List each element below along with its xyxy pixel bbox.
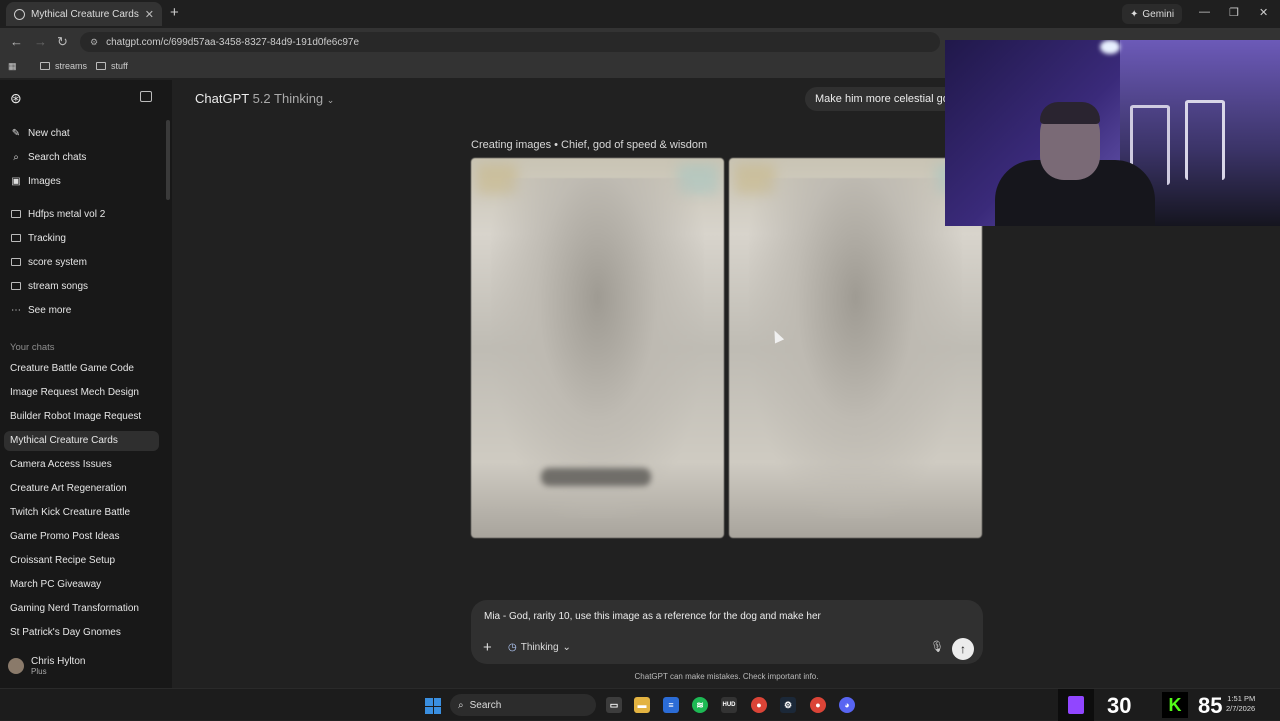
images-button[interactable]: ▣ Images [10, 175, 61, 187]
site-info-icon[interactable]: ⚙ [90, 37, 98, 48]
system-clock[interactable]: 1:51 PM 2/7/2026 [1226, 694, 1255, 714]
chat-item[interactable]: Image Request Mech Design [10, 387, 139, 398]
new-chat-button[interactable]: ✎ New chat [10, 127, 70, 139]
prompt-input[interactable]: Mia - God, rarity 10, use this image as … [484, 611, 821, 622]
browser-tab-bar: Mythical Creature Cards ✕ + ✦ Gemini — ❐… [0, 0, 1280, 28]
chat-item[interactable]: Creature Art Regeneration [10, 483, 127, 494]
chat-item[interactable]: Croissant Recipe Setup [10, 555, 115, 566]
tab-title: Mythical Creature Cards [31, 8, 139, 20]
add-attachment-icon[interactable]: + [483, 639, 492, 656]
folder-icon [10, 232, 22, 244]
new-tab-button[interactable]: + [170, 4, 179, 21]
project-hdfps-metal[interactable]: Hdfps metal vol 2 [10, 208, 105, 220]
gemini-icon: ✦ [1130, 8, 1139, 20]
hud-fx-icon[interactable]: HUD [721, 697, 737, 713]
twitch-viewer-count: 30 [1107, 693, 1132, 718]
user-name: Chris Hylton [31, 656, 86, 667]
chat-item[interactable]: March PC Giveaway [10, 579, 101, 590]
image-generation-status: Creating images • Chief, god of speed & … [471, 139, 708, 151]
user-message: Make him more celestial go [805, 87, 965, 111]
project-stream-songs[interactable]: stream songs [10, 280, 88, 292]
tab-close-icon[interactable]: ✕ [145, 8, 154, 21]
file-explorer-icon[interactable]: ▬ [634, 697, 650, 713]
chat-item[interactable]: Mythical Creature Cards [10, 435, 118, 446]
project-tracking[interactable]: Tracking [10, 232, 66, 244]
project-score-system[interactable]: score system [10, 256, 87, 268]
message-composer[interactable]: Mia - God, rarity 10, use this image as … [471, 600, 983, 664]
kick-icon: K [1162, 692, 1188, 718]
disclaimer-text: ChatGPT can make mistakes. Check importa… [634, 672, 819, 681]
images-icon: ▣ [11, 175, 21, 187]
close-window-icon[interactable]: ✕ [1259, 6, 1268, 19]
folder-icon [10, 280, 22, 292]
reload-icon[interactable]: ↻ [57, 34, 68, 50]
chatgpt-favicon-icon [14, 8, 25, 20]
folder-icon [40, 62, 50, 70]
more-icon: ⋯ [11, 304, 21, 316]
thinking-label: Thinking [520, 642, 559, 653]
openai-logo-icon[interactable]: ⊛ [10, 90, 22, 107]
clock-icon: ◷ [508, 642, 517, 653]
new-chat-icon: ✎ [11, 127, 21, 139]
chat-item[interactable]: St Patrick's Day Gnomes [10, 627, 121, 638]
windows-start-icon[interactable] [425, 698, 441, 714]
model-selector[interactable]: ChatGPT 5.2 Thinking ⌄ [195, 91, 334, 106]
chat-item[interactable]: Camera Access Issues [10, 459, 112, 470]
generated-image-card-1[interactable] [471, 158, 724, 538]
spotify-icon[interactable]: ≋ [692, 697, 708, 713]
model-version: 5.2 Thinking [252, 91, 324, 106]
kick-viewer-count: 85 [1198, 693, 1223, 718]
gemini-label: Gemini [1142, 8, 1175, 20]
folder-icon [96, 62, 106, 70]
folder-icon [10, 208, 22, 220]
gemini-button[interactable]: ✦ Gemini [1122, 4, 1183, 24]
apps-grid-icon[interactable]: ▦ [8, 61, 17, 72]
steam-icon[interactable]: ⚙ [780, 697, 796, 713]
bookmark-stuff[interactable]: stuff [96, 61, 128, 71]
your-chats-heading: Your chats [10, 342, 55, 353]
model-name: ChatGPT [195, 91, 249, 106]
search-icon: ⌕ [458, 699, 464, 711]
minimize-icon[interactable]: — [1199, 6, 1210, 18]
sidebar: ⊛ ✎ New chat ⌕ Search chats ▣ Images Hdf… [0, 80, 172, 688]
notepad-icon[interactable]: ≡ [663, 697, 679, 713]
chrome-active-icon[interactable]: ● [810, 697, 826, 713]
bookmark-streams[interactable]: streams [40, 61, 87, 71]
twitch-icon [1058, 689, 1094, 721]
task-view-icon[interactable]: ▭ [606, 697, 622, 713]
taskbar-search[interactable]: ⌕ Search [450, 694, 596, 716]
chevron-down-icon: ⌄ [562, 642, 571, 653]
sidebar-scrollbar[interactable] [166, 120, 170, 200]
microphone-icon[interactable]: 🎙 [930, 640, 944, 653]
thinking-mode-button[interactable]: ◷ Thinking ⌄ [508, 642, 571, 653]
search-icon: ⌕ [13, 151, 19, 163]
chat-item[interactable]: Gaming Nerd Transformation [10, 603, 139, 614]
chat-item[interactable]: Twitch Kick Creature Battle [10, 507, 130, 518]
chat-item[interactable]: Creature Battle Game Code [10, 363, 134, 374]
discord-icon[interactable]: ◕ [839, 697, 855, 713]
back-icon[interactable]: ← [10, 34, 23, 49]
webcam-overlay [945, 40, 1280, 226]
browser-tab[interactable]: Mythical Creature Cards ✕ [6, 2, 162, 26]
forward-icon[interactable]: → [34, 34, 47, 49]
send-button[interactable]: ↑ [952, 638, 974, 660]
url-text: chatgpt.com/c/699d57aa-3458-8327-84d9-19… [106, 36, 360, 48]
see-more-button[interactable]: ⋯ See more [10, 304, 71, 316]
address-bar[interactable]: ⚙ chatgpt.com/c/699d57aa-3458-8327-84d9-… [80, 32, 940, 52]
search-chats-button[interactable]: ⌕ Search chats [10, 151, 86, 163]
chrome-icon[interactable]: ● [751, 697, 767, 713]
chevron-down-icon: ⌄ [326, 95, 335, 105]
chat-item[interactable]: Builder Robot Image Request [10, 411, 141, 422]
chat-item[interactable]: Game Promo Post Ideas [10, 531, 120, 542]
sidebar-toggle-icon[interactable] [140, 91, 152, 102]
taskbar: ⌕ Search ▭ ▬ ≡ ≋ HUD ● ⚙ ● ◕ 30 K 85 1:5… [0, 688, 1280, 721]
folder-icon [10, 256, 22, 268]
restore-icon[interactable]: ❐ [1229, 6, 1239, 19]
